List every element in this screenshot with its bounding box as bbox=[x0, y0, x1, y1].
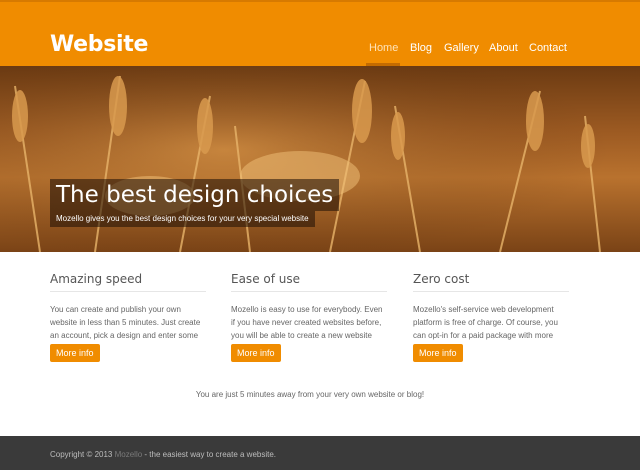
more-info-button[interactable]: More info bbox=[413, 344, 463, 362]
feature-title: Amazing speed bbox=[50, 266, 206, 292]
more-info-button[interactable]: More info bbox=[231, 344, 281, 362]
feature-title: Ease of use bbox=[231, 266, 387, 292]
feature-text: You can create and publish your own webs… bbox=[50, 305, 201, 353]
site-footer: Copyright © 2013 Mozello - the easiest w… bbox=[0, 436, 640, 470]
nav-gallery[interactable]: Gallery bbox=[444, 42, 479, 54]
hero-title: The best design choices bbox=[50, 179, 340, 211]
footer-copyright: Copyright © 2013 Mozello - the easiest w… bbox=[50, 450, 276, 459]
site-header: Website Home Blog Gallery About Contact bbox=[0, 0, 640, 66]
nav-blog[interactable]: Blog bbox=[410, 42, 432, 54]
more-info-button[interactable]: More info bbox=[50, 344, 100, 362]
feature-zero-cost: Zero cost Mozello's self-service web dev… bbox=[413, 266, 569, 362]
mozello-link[interactable]: Mozello bbox=[115, 450, 143, 459]
main-nav: Home Blog Gallery About Contact bbox=[0, 42, 640, 56]
hero-subtitle: Mozello gives you the best design choice… bbox=[50, 211, 315, 227]
copyright-label: Copyright © 2013 bbox=[50, 450, 113, 459]
nav-contact[interactable]: Contact bbox=[529, 42, 567, 54]
feature-amazing-speed: Amazing speed You can create and publish… bbox=[50, 266, 206, 362]
feature-title: Zero cost bbox=[413, 266, 569, 292]
feature-text: Mozello is easy to use for everybody. Ev… bbox=[231, 305, 383, 353]
tagline: You are just 5 minutes away from your ve… bbox=[195, 390, 425, 399]
nav-home[interactable]: Home bbox=[369, 42, 398, 54]
feature-ease-of-use: Ease of use Mozello is easy to use for e… bbox=[231, 266, 387, 362]
footer-tagline: - the easiest way to create a website. bbox=[142, 450, 277, 459]
nav-about[interactable]: About bbox=[489, 42, 518, 54]
feature-text: Mozello's self-service web development p… bbox=[413, 305, 558, 353]
